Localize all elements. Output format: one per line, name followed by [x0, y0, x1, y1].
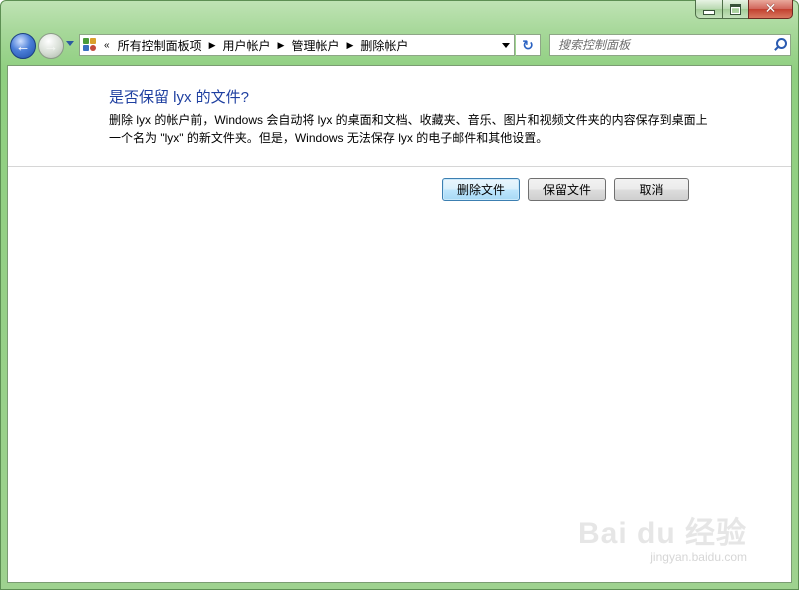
address-bar[interactable]: « 所有控制面板项 ▶ 用户帐户 ▶ 管理帐户 ▶ 删除帐户	[79, 34, 515, 56]
refresh-icon: ↻	[522, 36, 534, 53]
minimize-icon	[703, 9, 715, 15]
back-button[interactable]: ←	[10, 33, 36, 59]
search-input[interactable]	[550, 37, 770, 53]
close-icon: ✕	[764, 1, 777, 17]
maximize-button[interactable]	[722, 0, 748, 19]
content-pane: 是否保留 lyx 的文件? 删除 lyx 的帐户前，Windows 会自动将 l…	[7, 65, 792, 583]
chevron-right-icon[interactable]: ▶	[346, 40, 353, 51]
search-icon[interactable]	[770, 35, 790, 55]
chevron-right-icon[interactable]: ▶	[209, 40, 216, 51]
breadcrumb-manage-accounts[interactable]: 管理帐户	[291, 37, 339, 54]
forward-arrow-icon: →	[43, 37, 59, 55]
back-arrow-icon: ←	[15, 37, 31, 55]
minimize-button[interactable]	[695, 0, 722, 19]
control-panel-icon	[82, 37, 98, 53]
forward-button[interactable]: →	[38, 33, 64, 59]
address-dropdown-button[interactable]	[498, 35, 514, 55]
refresh-button[interactable]: ↻	[516, 34, 541, 56]
delete-files-button[interactable]: 删除文件	[442, 178, 520, 201]
close-button[interactable]: ✕	[748, 0, 793, 19]
watermark-logo: Bai du 经验	[577, 517, 747, 550]
dropdown-icon	[502, 42, 510, 48]
breadcrumb-user-accounts[interactable]: 用户帐户	[223, 37, 271, 54]
recent-pages-icon[interactable]	[66, 41, 74, 46]
description-text: 删除 lyx 的帐户前，Windows 会自动将 lyx 的桌面和文档、收藏夹、…	[109, 113, 708, 145]
chevron-right-icon[interactable]: ▶	[278, 40, 285, 51]
breadcrumb-delete-account[interactable]: 删除帐户	[360, 37, 408, 54]
watermark: Bai du 经验 jingyan.baidu.com	[578, 508, 747, 564]
watermark-url: jingyan.baidu.com	[650, 550, 747, 564]
page-title: 是否保留 lyx 的文件?	[109, 89, 250, 106]
cancel-button[interactable]: 取消	[614, 178, 689, 201]
breadcrumb-all-control-panel-items[interactable]: 所有控制面板项	[118, 37, 202, 54]
divider	[8, 166, 791, 167]
search-box[interactable]	[549, 34, 791, 56]
maximize-icon	[730, 3, 741, 15]
breadcrumb-overflow[interactable]: «	[104, 40, 110, 51]
caption-buttons: ✕	[695, 0, 793, 21]
keep-files-button[interactable]: 保留文件	[528, 178, 606, 201]
